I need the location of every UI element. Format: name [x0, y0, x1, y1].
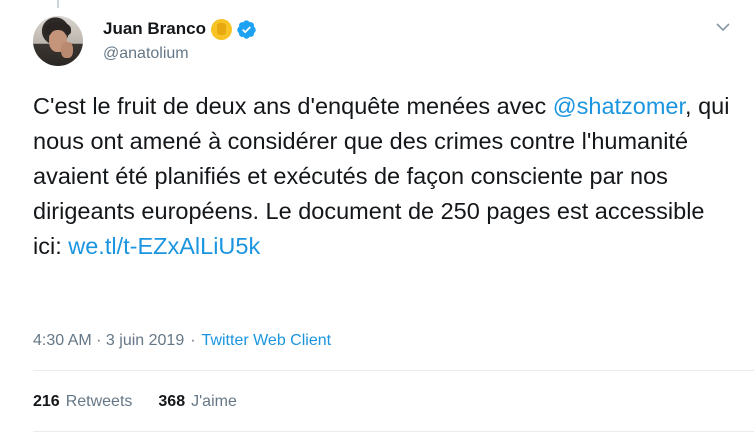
verified-badge-icon — [237, 19, 256, 39]
author-handle[interactable]: @anatolium — [103, 45, 257, 63]
tweet-stats: 216 Retweets 368 J'aime — [33, 393, 263, 411]
retweets-count: 216 — [33, 393, 60, 410]
tweet-text-part1: C'est le fruit de deux ans d'enquête men… — [33, 93, 553, 119]
tweet-source-link[interactable]: Twitter Web Client — [202, 332, 332, 350]
avatar[interactable] — [33, 16, 83, 66]
divider — [33, 370, 754, 371]
author-block: Juan Branco @anatolium — [103, 18, 257, 63]
url-link[interactable]: we.tl/t-EZxAlLiU5k — [68, 233, 260, 259]
tweet-timestamp[interactable]: 4:30 AM · 3 juin 2019 — [33, 332, 184, 350]
divider — [33, 431, 754, 432]
chevron-down-icon[interactable] — [716, 22, 730, 32]
likes-label: J'aime — [191, 393, 237, 410]
avatar-hand — [61, 42, 73, 58]
mention-link[interactable]: @shatzomer — [553, 93, 685, 119]
thread-connector-line — [57, 0, 59, 8]
author-display-name[interactable]: Juan Branco — [103, 19, 206, 39]
likes-count: 368 — [158, 393, 186, 410]
retweets-label: Retweets — [65, 393, 133, 410]
raised-fist-icon — [210, 18, 232, 40]
tweet-meta: 4:30 AM · 3 juin 2019 · Twitter Web Clie… — [33, 332, 331, 350]
meta-separator: · — [190, 332, 196, 349]
tweet-text: C'est le fruit de deux ans d'enquête men… — [33, 89, 733, 264]
retweets-stat[interactable]: 216 Retweets — [33, 393, 132, 411]
likes-stat[interactable]: 368 J'aime — [158, 393, 236, 411]
author-name-row: Juan Branco — [103, 18, 257, 40]
